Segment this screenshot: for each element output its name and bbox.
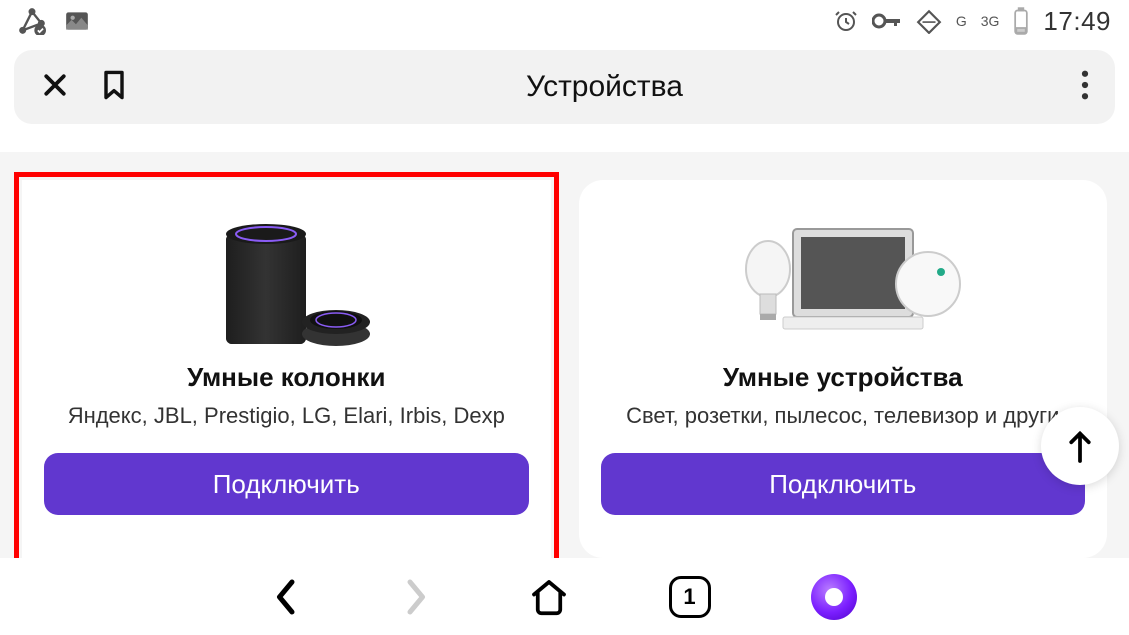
battery-icon — [1013, 7, 1029, 35]
speaker-image — [186, 204, 386, 354]
bottom-nav: 1 — [0, 558, 1129, 635]
alice-icon — [811, 574, 857, 620]
more-icon[interactable] — [1081, 70, 1089, 105]
card-smart-devices[interactable]: Умные устройства Свет, розетки, пылесос,… — [579, 180, 1108, 558]
content-area: Умные колонки Яндекс, JBL, Prestigio, LG… — [0, 152, 1129, 558]
card-subtitle: Свет, розетки, пылесос, телевизор и друг… — [626, 403, 1059, 429]
signal-g: G — [956, 13, 967, 29]
page-title: Устройства — [128, 70, 1081, 104]
nav-forward[interactable] — [401, 577, 429, 617]
card-title: Умные устройства — [723, 362, 963, 393]
devices-image — [723, 204, 963, 354]
connect-button[interactable]: Подключить — [601, 453, 1086, 515]
alarm-icon — [834, 9, 858, 33]
wifi-icon — [916, 8, 942, 34]
share-icon — [18, 7, 46, 35]
nav-alice[interactable] — [811, 574, 857, 620]
connect-button[interactable]: Подключить — [44, 453, 529, 515]
card-smart-speakers[interactable]: Умные колонки Яндекс, JBL, Prestigio, LG… — [22, 180, 551, 558]
gallery-icon — [64, 8, 90, 34]
tab-count: 1 — [669, 576, 711, 618]
card-subtitle: Яндекс, JBL, Prestigio, LG, Elari, Irbis… — [68, 403, 505, 429]
nav-tabs[interactable]: 1 — [669, 576, 711, 618]
nav-back[interactable] — [273, 577, 301, 617]
card-title: Умные колонки — [187, 362, 385, 393]
vpn-key-icon — [872, 11, 902, 31]
nav-home[interactable] — [529, 577, 569, 617]
clock: 17:49 — [1043, 6, 1111, 37]
app-header: Устройства — [14, 50, 1115, 124]
scroll-top-button[interactable] — [1041, 407, 1119, 485]
status-bar: G 3G 17:49 — [0, 0, 1129, 42]
bookmark-icon[interactable] — [100, 69, 128, 106]
signal-3g: 3G — [981, 13, 1000, 29]
close-icon[interactable] — [40, 70, 70, 105]
